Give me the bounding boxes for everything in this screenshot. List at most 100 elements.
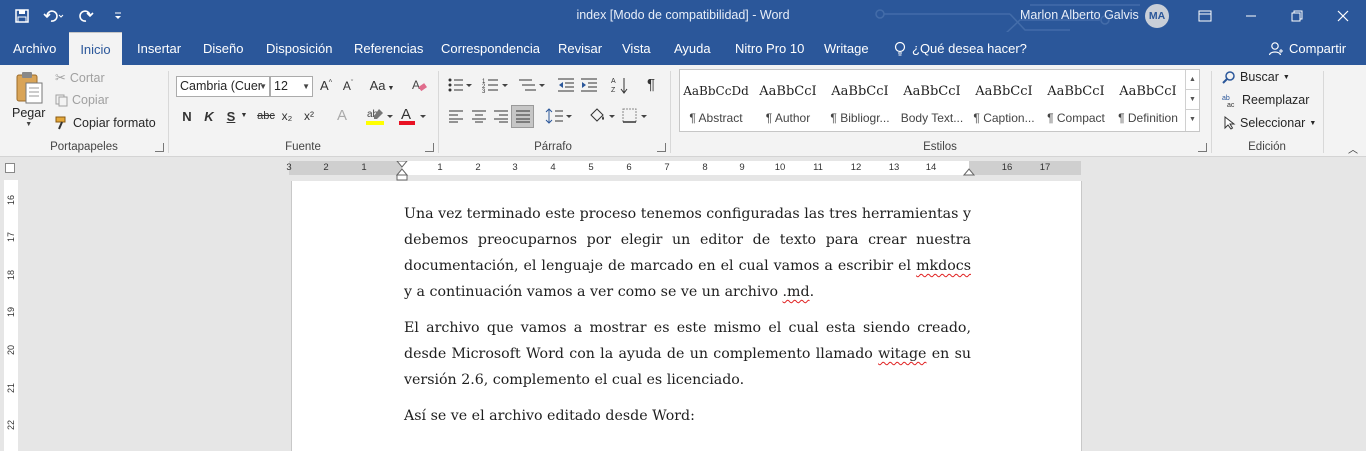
shrink-font-button[interactable]: Aˇ: [340, 79, 356, 93]
paragraph-1[interactable]: Una vez terminado este proceso tenemos c…: [404, 201, 971, 305]
replace-label: Reemplazar: [1242, 93, 1310, 107]
style-abstract[interactable]: AaBbCcDd ¶ Abstract: [680, 70, 752, 131]
tab-correspondencia[interactable]: Correspondencia: [441, 32, 540, 65]
styles-launcher[interactable]: [1198, 143, 1207, 152]
styles-scrollbar[interactable]: ▲ ▼ ▼: [1185, 70, 1199, 131]
decrease-indent-button[interactable]: [557, 77, 575, 96]
style-compact[interactable]: AaBbCcI ¶ Compact: [1040, 70, 1112, 131]
strikethrough-button[interactable]: abc: [255, 110, 277, 122]
collapse-ribbon-button[interactable]: ︿: [1346, 141, 1360, 156]
font-launcher[interactable]: [425, 143, 434, 152]
paragraph-2[interactable]: El archivo que vamos a mostrar es este m…: [404, 315, 971, 393]
select-button[interactable]: Seleccionar ▼: [1222, 116, 1316, 130]
avatar[interactable]: MA: [1145, 4, 1169, 28]
replace-icon: abac: [1222, 95, 1235, 107]
tab-referencias[interactable]: Referencias: [354, 32, 423, 65]
line-spacing-button[interactable]: [545, 108, 573, 127]
sort-icon: AZ: [611, 78, 628, 94]
font-name-combo[interactable]: Cambria (Cuer ▼: [176, 76, 270, 97]
copy-button[interactable]: Copiar: [55, 93, 109, 107]
sort-button[interactable]: AZ: [611, 76, 629, 97]
text-effects-button[interactable]: A: [331, 107, 353, 124]
tab-disposicion[interactable]: Disposición: [266, 32, 332, 65]
shading-button[interactable]: [588, 108, 616, 127]
chevron-down-icon: ▼: [385, 85, 395, 92]
close-button[interactable]: [1320, 0, 1366, 32]
share-button[interactable]: Compartir: [1268, 32, 1346, 65]
svg-text:A: A: [401, 106, 411, 123]
paste-button[interactable]: Pegar ▼: [12, 71, 45, 128]
ruler-number: 6: [626, 162, 632, 173]
minimize-button[interactable]: [1228, 0, 1274, 32]
tell-me-box[interactable]: ¿Qué desea hacer?: [894, 32, 1027, 65]
scroll-down-icon[interactable]: ▼: [1186, 90, 1199, 110]
chevron-down-icon: ▼: [240, 112, 248, 119]
superscript-button[interactable]: x²: [301, 109, 317, 123]
divider: [1323, 71, 1324, 153]
font-size-combo[interactable]: 12 ▼: [270, 76, 313, 97]
style-body-text[interactable]: AaBbCcI Body Text...: [896, 70, 968, 131]
find-button[interactable]: Buscar ▼: [1222, 70, 1290, 84]
chevron-up-icon: ︿: [1348, 145, 1358, 156]
clipboard-launcher[interactable]: [155, 143, 164, 152]
more-styles-icon[interactable]: ▼: [1186, 110, 1199, 130]
clear-formatting-button[interactable]: A: [410, 77, 428, 96]
right-indent-marker-icon[interactable]: [963, 166, 975, 176]
tab-inicio[interactable]: Inicio: [69, 32, 122, 65]
tab-ayuda[interactable]: Ayuda: [674, 32, 711, 65]
increase-indent-button[interactable]: [580, 77, 598, 96]
tab-diseno[interactable]: Diseño: [203, 32, 243, 65]
change-case-button[interactable]: Aa ▼: [367, 78, 397, 93]
format-painter-label: Copiar formato: [73, 116, 156, 130]
style-author[interactable]: AaBbCcI ¶ Author: [752, 70, 824, 131]
font-color-icon: A: [399, 106, 426, 125]
align-right-button[interactable]: [492, 109, 510, 126]
multilevel-list-button[interactable]: [518, 77, 546, 96]
align-center-button[interactable]: [470, 109, 488, 126]
tab-archivo[interactable]: Archivo: [13, 32, 56, 65]
style-definition[interactable]: AaBbCcI ¶ Definition: [1112, 70, 1184, 131]
document-page[interactable]: Una vez terminado este proceso tenemos c…: [291, 181, 1082, 451]
misspelled-word[interactable]: witage: [878, 346, 926, 362]
ruler-right-margin: [969, 161, 1081, 175]
horizontal-ruler[interactable]: 3 2 1 1 2 3 4 5 6 7 8 9 10 11 12 13 14 16 17: [286, 161, 1081, 181]
document-body[interactable]: Una vez terminado este proceso tenemos c…: [404, 201, 971, 439]
misspelled-word[interactable]: .md: [783, 284, 810, 300]
ruler-number: 2: [323, 162, 329, 173]
cut-button[interactable]: ✂ Cortar: [55, 70, 105, 86]
format-painter-button[interactable]: Copiar formato: [55, 116, 156, 130]
show-formatting-button[interactable]: ¶: [643, 76, 659, 93]
style-caption[interactable]: AaBbCcI ¶ Caption...: [968, 70, 1040, 131]
tab-insertar[interactable]: Insertar: [137, 32, 181, 65]
indent-marker-icon[interactable]: [396, 161, 408, 183]
style-bibliography[interactable]: AaBbCcI ¶ Bibliogr...: [824, 70, 896, 131]
underline-button[interactable]: S: [224, 109, 238, 124]
ribbon-display-options-button[interactable]: [1182, 0, 1228, 32]
grow-font-button[interactable]: A^: [318, 78, 334, 93]
align-left-button[interactable]: [447, 109, 465, 126]
scroll-up-icon[interactable]: ▲: [1186, 70, 1199, 90]
misspelled-word[interactable]: mkdocs: [916, 258, 971, 274]
italic-button[interactable]: K: [202, 109, 216, 124]
restore-button[interactable]: [1274, 0, 1320, 32]
tab-writage[interactable]: Writage: [824, 32, 869, 65]
numbering-button[interactable]: 123: [482, 77, 510, 96]
vertical-ruler[interactable]: 16 17 18 19 20 21 22: [4, 180, 18, 451]
user-name[interactable]: Marlon Alberto Galvis: [1020, 8, 1139, 22]
bold-button[interactable]: N: [180, 109, 194, 124]
replace-button[interactable]: ab ac Reemplazar: [1222, 93, 1309, 107]
find-label: Buscar: [1240, 70, 1279, 84]
borders-button[interactable]: [622, 108, 650, 127]
paragraph-3[interactable]: Así se ve el archivo editado desde Word:: [404, 403, 971, 429]
bullets-button[interactable]: [447, 77, 473, 96]
font-color-button[interactable]: A: [397, 106, 427, 129]
paragraph-launcher[interactable]: [657, 143, 666, 152]
justify-button[interactable]: [511, 105, 534, 128]
tab-revisar[interactable]: Revisar: [558, 32, 602, 65]
subscript-button[interactable]: x₂: [279, 109, 295, 123]
tab-vista[interactable]: Vista: [622, 32, 651, 65]
tab-nitro[interactable]: Nitro Pro 10: [735, 32, 804, 65]
ruler-number: 17: [1039, 162, 1051, 173]
highlight-button[interactable]: ab: [364, 106, 394, 129]
tab-selector[interactable]: [5, 163, 15, 173]
